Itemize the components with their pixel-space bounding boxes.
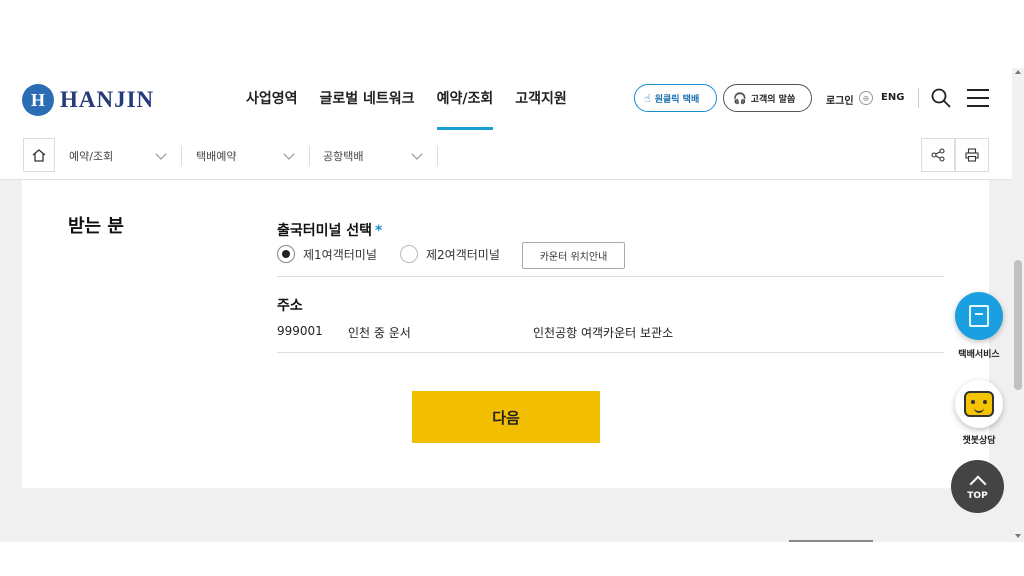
language-eng-link[interactable]: ENG [881, 92, 904, 103]
breadcrumb-bar: 예약/조회 택배예약 공항택배 [0, 132, 1012, 180]
header-divider [918, 88, 919, 108]
oneclick-parcel-label: 원클릭 택배 [654, 94, 700, 105]
home-button[interactable] [23, 138, 55, 172]
site-header: H HANJIN 사업영역 글로벌 네트워크 예약/조회 고객지원 ☝ 원클릭 … [0, 68, 1012, 132]
address-label: 주소 [277, 298, 303, 314]
top-blank-area [0, 0, 1024, 68]
hanjin-logo-text: HANJIN [60, 87, 155, 112]
page-scrollbar[interactable] [1012, 68, 1024, 542]
hand-pointer-icon: ☝ [644, 91, 651, 105]
scroll-down-arrow-icon[interactable] [1015, 534, 1021, 538]
share-button[interactable] [921, 138, 955, 172]
bottom-blank-area [0, 542, 1024, 576]
footer-peek-element [789, 540, 873, 542]
nav-reservation[interactable]: 예약/조회 [436, 88, 493, 132]
required-star: * [375, 223, 383, 239]
terminal2-label[interactable]: 제2여객터미널 [426, 246, 500, 263]
chatbot-label: 챗봇상담 [962, 436, 996, 446]
share-icon [931, 148, 945, 162]
scroll-up-arrow-icon[interactable] [1015, 70, 1021, 74]
global-nav: 사업영역 글로벌 네트워크 예약/조회 고객지원 [246, 88, 589, 132]
chevron-up-icon [969, 475, 986, 493]
chevron-down-icon[interactable] [283, 148, 295, 160]
nav-customer-support[interactable]: 고객지원 [515, 88, 567, 132]
breadcrumb-parcel-reservation[interactable]: 택배예약 [196, 148, 236, 164]
login-link[interactable]: 로그인 [826, 92, 854, 107]
hamburger-menu-icon[interactable] [967, 89, 989, 107]
address-line2: 인천공항 여객카운터 보관소 [533, 326, 674, 340]
breadcrumb-airport-parcel[interactable]: 공항택배 [323, 148, 363, 164]
chevron-down-icon[interactable] [155, 148, 167, 160]
chevron-down-icon[interactable] [411, 148, 423, 160]
print-button[interactable] [955, 138, 989, 172]
address-zip: 999001 [277, 324, 323, 338]
terminal-select-label: 출국터미널 선택 * [277, 220, 382, 240]
counter-location-button[interactable]: 카운터 위치안내 [522, 242, 625, 269]
chatbot-button[interactable] [955, 380, 1003, 428]
section-title-receiver: 받는 분 [68, 216, 124, 237]
terminal-select-label-text: 출국터미널 선택 [277, 223, 373, 239]
breadcrumb-reservation[interactable]: 예약/조회 [69, 148, 113, 164]
oneclick-parcel-button[interactable]: ☝ 원클릭 택배 [634, 84, 717, 112]
terminal1-label[interactable]: 제1여객터미널 [303, 246, 377, 263]
terminal2-radio[interactable] [400, 245, 418, 263]
parcel-service-label: 택배서비스 [958, 350, 1000, 360]
parcel-service-button[interactable] [955, 292, 1003, 340]
terminal1-radio[interactable] [277, 245, 295, 263]
parcel-box-icon [969, 305, 989, 327]
hanjin-logo-mark-icon: H [22, 84, 54, 116]
scrollbar-thumb[interactable] [1014, 260, 1022, 390]
hanjin-logo[interactable]: H HANJIN [22, 84, 154, 116]
nav-global-network[interactable]: 글로벌 네트워크 [320, 88, 415, 132]
next-button[interactable]: 다음 [412, 391, 600, 443]
scroll-top-button[interactable]: TOP [951, 460, 1004, 513]
printer-icon [965, 148, 979, 162]
headset-icon: 🎧 [733, 91, 747, 105]
form-divider [277, 276, 944, 277]
form-divider [277, 352, 944, 353]
chatbot-robot-icon [964, 391, 994, 417]
search-icon[interactable] [931, 88, 951, 108]
breadcrumb-divider [437, 146, 438, 166]
breadcrumb-divider [309, 146, 310, 166]
customer-voice-label: 고객의 말씀 [750, 94, 796, 105]
nav-business[interactable]: 사업영역 [246, 88, 298, 132]
customer-voice-button[interactable]: 🎧 고객의 말씀 [723, 84, 812, 112]
home-icon [32, 148, 46, 162]
globe-icon: ⊕ [859, 91, 873, 105]
address-line1: 인천 중 운서 [348, 326, 411, 340]
breadcrumb-divider [181, 146, 182, 166]
